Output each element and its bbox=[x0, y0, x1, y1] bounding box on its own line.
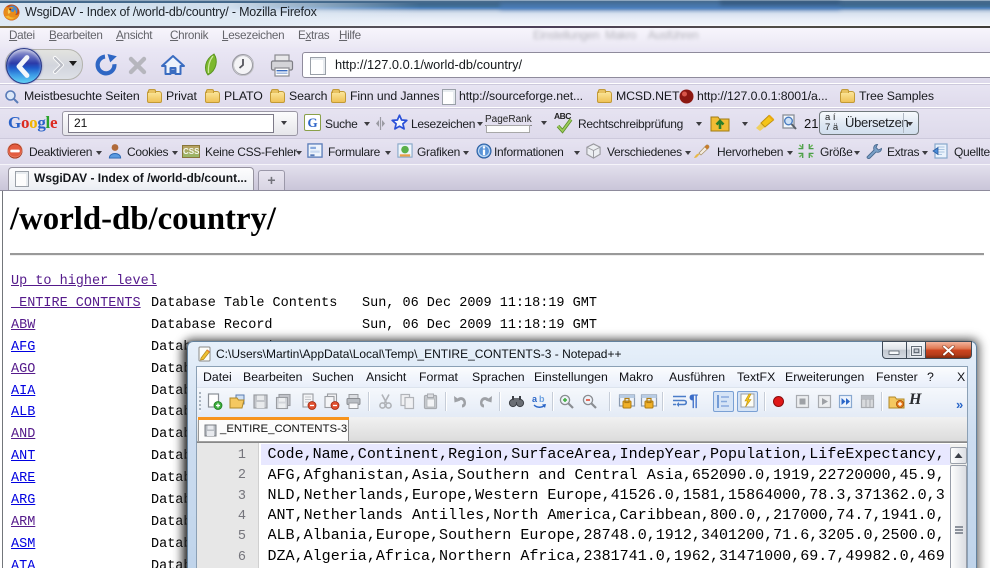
svg-text:a: a bbox=[532, 394, 538, 404]
svg-text:b: b bbox=[539, 394, 545, 404]
